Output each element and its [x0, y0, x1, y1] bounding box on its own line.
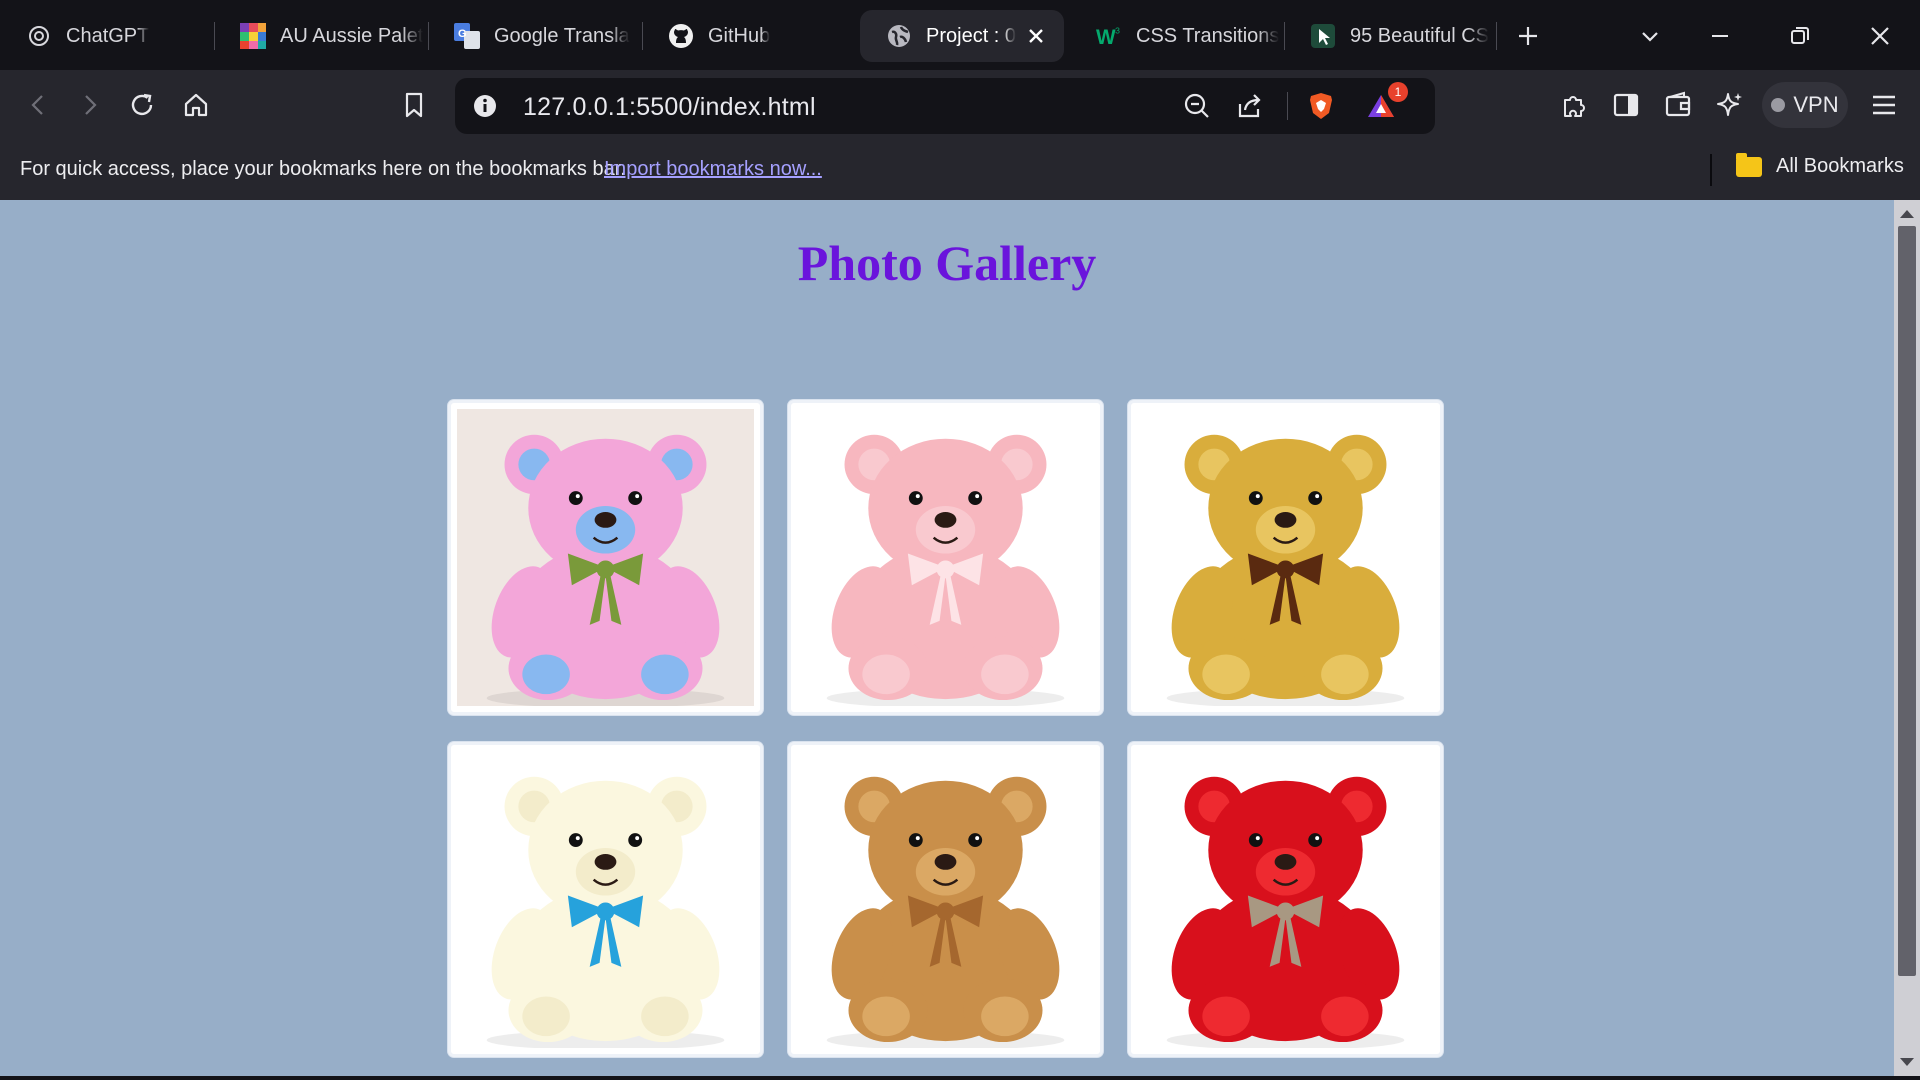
golden-teddy-bear-image[interactable] [1137, 409, 1434, 706]
vpn-button[interactable]: VPN [1762, 82, 1848, 128]
google-translate-icon: G [454, 23, 480, 49]
extensions-puzzle-icon[interactable] [1556, 87, 1592, 123]
scroll-down-arrow-icon[interactable] [1900, 1058, 1914, 1066]
wallet-icon[interactable] [1660, 87, 1696, 123]
tab-title: CSS Transitions [1136, 24, 1280, 47]
tab-aussie-palette[interactable]: AU Aussie Palet [214, 10, 428, 62]
red-teddy-bear-image[interactable] [1137, 751, 1434, 1048]
brown-teddy-bear-image[interactable] [797, 751, 1094, 1048]
forward-arrow-icon[interactable] [72, 87, 108, 123]
tab-chatgpt[interactable]: ChatGPT [0, 10, 212, 62]
gallery-card[interactable] [1128, 742, 1443, 1057]
vertical-scrollbar[interactable] [1894, 200, 1920, 1076]
menu-hamburger-icon[interactable] [1866, 87, 1902, 123]
window-bottom-edge [0, 1076, 1920, 1080]
tab-search-chevron-down-icon[interactable] [1632, 18, 1668, 54]
browser-toolbar: 127.0.0.1:5500/index.html 1 VPN [0, 70, 1920, 140]
gallery-card[interactable] [448, 400, 763, 715]
tab-title: Google Transla [494, 24, 630, 47]
tab-github[interactable]: GitHub [642, 10, 852, 62]
sidebar-toggle-icon[interactable] [1608, 87, 1644, 123]
bookmarks-bar-message: For quick access, place your bookmarks h… [20, 158, 626, 180]
svg-text:W: W [1096, 26, 1116, 49]
globe-icon [886, 23, 912, 49]
home-icon[interactable] [178, 87, 214, 123]
page-title: Photo Gallery [797, 235, 1097, 291]
all-bookmarks-label: All Bookmarks [1776, 155, 1904, 177]
svg-text:3: 3 [1115, 25, 1120, 35]
address-bar[interactable]: 127.0.0.1:5500/index.html [455, 78, 1435, 134]
scrollbar-thumb[interactable] [1898, 226, 1916, 976]
new-tab-button[interactable] [1510, 18, 1546, 54]
address-url[interactable]: 127.0.0.1:5500/index.html [523, 93, 816, 122]
gallery-card[interactable] [788, 742, 1103, 1057]
vpn-label: VPN [1793, 92, 1839, 117]
tab-title: 95 Beautiful CS [1350, 24, 1489, 47]
close-tab-icon[interactable] [1022, 22, 1050, 50]
folder-icon [1736, 152, 1762, 177]
tab-separator [1496, 22, 1497, 50]
rainbow-teddy-bear-image[interactable] [457, 409, 754, 706]
w3schools-icon: W3 [1096, 23, 1122, 49]
scroll-up-arrow-icon[interactable] [1900, 210, 1914, 218]
bookmark-icon[interactable] [396, 87, 432, 123]
site-info-icon[interactable] [467, 88, 503, 124]
gallery-card[interactable] [1128, 400, 1443, 715]
reload-icon[interactable] [124, 87, 160, 123]
restore-window-icon[interactable] [1782, 18, 1818, 54]
tab-title: AU Aussie Palet [280, 24, 424, 47]
vpn-status-icon [1771, 98, 1786, 112]
tab-title: ChatGPT [66, 24, 150, 47]
zoom-out-icon[interactable] [1179, 88, 1215, 124]
address-bar-divider [1287, 92, 1288, 120]
gallery-card[interactable] [448, 742, 763, 1057]
tab-beautiful-css[interactable]: 95 Beautiful CS [1284, 10, 1498, 62]
notification-count-badge: 1 [1388, 82, 1408, 102]
gallery-card[interactable] [788, 400, 1103, 715]
tab-css-transitions[interactable]: W3 CSS Transitions [1070, 10, 1284, 62]
photo-gallery-grid [448, 400, 1444, 1057]
leo-ai-sparkle-icon[interactable] [1712, 87, 1748, 123]
close-window-icon[interactable] [1862, 18, 1898, 54]
cream-teddy-bear-image[interactable] [457, 751, 754, 1048]
back-arrow-icon[interactable] [20, 87, 56, 123]
tab-title: GitHub [708, 24, 771, 47]
page-content: Photo Gallery [0, 200, 1894, 1076]
pink-teddy-bear-image[interactable] [797, 409, 1094, 706]
all-bookmarks-button[interactable]: All Bookmarks [1736, 152, 1904, 178]
github-icon [668, 23, 694, 49]
tab-title: Project : 0 [926, 24, 1017, 47]
import-bookmarks-link[interactable]: Import bookmarks now... [604, 158, 822, 181]
bookmarks-divider [1710, 154, 1712, 186]
bookmarks-bar: For quick access, place your bookmarks h… [0, 140, 1920, 200]
share-icon[interactable] [1231, 88, 1267, 124]
tab-project-active[interactable]: Project : 0 [860, 10, 1064, 62]
chatgpt-icon [26, 23, 52, 49]
cursor-icon [1310, 23, 1336, 49]
minimize-window-icon[interactable] [1702, 18, 1738, 54]
tab-google-translate[interactable]: G Google Transla [428, 10, 642, 62]
tab-strip: ChatGPT AU Aussie Palet G Google Transla… [0, 0, 1920, 70]
palette-icon [240, 23, 266, 49]
browser-window: ChatGPT AU Aussie Palet G Google Transla… [0, 0, 1920, 1080]
svg-text:G: G [458, 28, 467, 40]
brave-shields-icon[interactable] [1303, 88, 1339, 124]
